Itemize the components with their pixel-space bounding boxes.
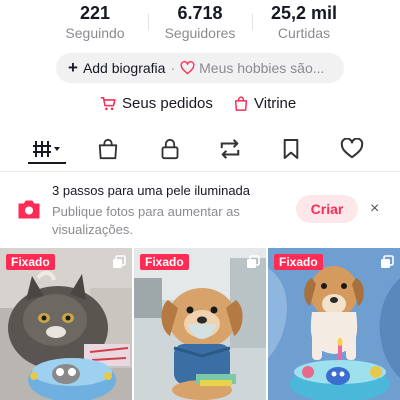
plus-icon: + bbox=[68, 58, 78, 77]
likes-label: Curtidas bbox=[277, 25, 331, 41]
orders-label: Seus pedidos bbox=[122, 95, 213, 112]
profile-tabs bbox=[0, 133, 400, 165]
tabs-divider bbox=[0, 171, 400, 172]
dog-cake-image bbox=[268, 248, 400, 400]
pinned-badge: Fixado bbox=[140, 254, 189, 270]
tab-saved[interactable] bbox=[276, 137, 306, 161]
shopping-bag-icon bbox=[98, 138, 118, 160]
followers-label: Seguidores bbox=[164, 25, 236, 41]
add-bio-label: Add biografia bbox=[82, 60, 166, 76]
pinned-badge: Fixado bbox=[6, 254, 55, 270]
shopping-bag-icon bbox=[234, 96, 248, 111]
promo-title: 3 passos para uma pele iluminada bbox=[52, 183, 251, 198]
orders-link[interactable]: Seus pedidos bbox=[100, 95, 213, 112]
bio-separator: · bbox=[170, 60, 176, 76]
cat-cake-image bbox=[0, 248, 132, 400]
tab-private[interactable] bbox=[155, 137, 185, 161]
pinned-badge: Fixado bbox=[274, 254, 323, 270]
camera-icon bbox=[18, 200, 40, 219]
followers-stat[interactable]: 6.718 Seguidores bbox=[145, 2, 255, 42]
add-bio-button[interactable]: + Add biografia · Meus hobbies são... bbox=[56, 53, 344, 83]
promo-banner: 3 passos para uma pele iluminada Publiqu… bbox=[0, 176, 400, 244]
close-icon[interactable]: × bbox=[370, 200, 379, 218]
multi-photo-icon bbox=[381, 255, 394, 268]
tab-shop[interactable] bbox=[93, 137, 123, 161]
tab-liked[interactable] bbox=[337, 137, 367, 161]
following-stat[interactable]: 221 Seguindo bbox=[40, 2, 150, 42]
puppy-nebulizer-image bbox=[134, 248, 266, 400]
active-tab-indicator bbox=[28, 162, 66, 164]
following-label: Seguindo bbox=[65, 25, 125, 41]
followers-count: 6.718 bbox=[177, 3, 223, 23]
hobbies-suggestion: Meus hobbies são... bbox=[199, 60, 325, 76]
multi-photo-icon bbox=[247, 255, 260, 268]
shop-link[interactable]: Vitrine bbox=[233, 95, 296, 112]
heart-outline-icon bbox=[180, 61, 195, 75]
tab-videos[interactable] bbox=[32, 137, 62, 161]
likes-stat[interactable]: 25,2 mil Curtidas bbox=[249, 2, 359, 42]
repost-icon bbox=[220, 139, 240, 159]
video-thumbnail[interactable]: Fixado bbox=[268, 248, 400, 400]
cart-icon bbox=[100, 97, 116, 111]
shop-label: Vitrine bbox=[254, 95, 297, 112]
bookmark-icon bbox=[283, 139, 299, 159]
video-grid: Fixado Fixado Fixado bbox=[0, 248, 400, 400]
tab-reposts[interactable] bbox=[215, 137, 245, 161]
likes-count: 25,2 mil bbox=[270, 3, 338, 23]
promo-subtitle: Publique fotos para aumentar as visualiz… bbox=[52, 204, 240, 237]
heart-icon bbox=[340, 138, 364, 159]
multi-photo-icon bbox=[113, 255, 126, 268]
video-thumbnail[interactable]: Fixado bbox=[134, 248, 266, 400]
profile-links: Seus pedidos Vitrine bbox=[0, 94, 400, 118]
create-button[interactable]: Criar bbox=[296, 195, 358, 223]
following-count: 221 bbox=[79, 3, 111, 23]
lock-icon bbox=[161, 138, 179, 160]
video-thumbnail[interactable]: Fixado bbox=[0, 248, 132, 400]
profile-stats: 221 Seguindo 6.718 Seguidores 25,2 mil C… bbox=[0, 0, 400, 44]
video-grid-icon bbox=[33, 141, 60, 157]
